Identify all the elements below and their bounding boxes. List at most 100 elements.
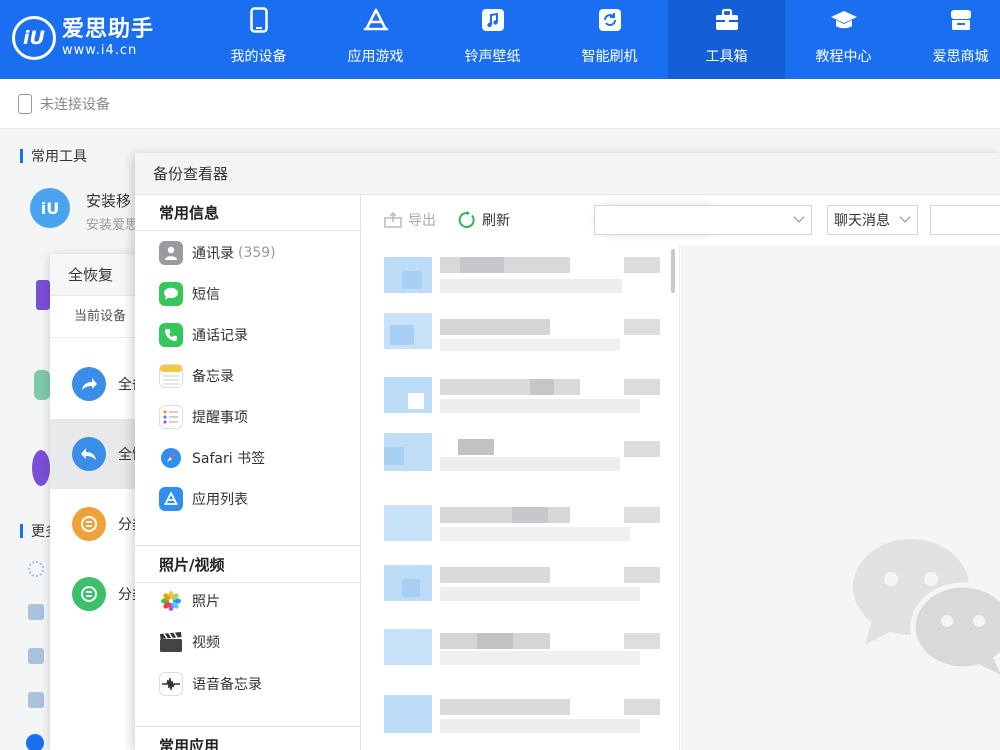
tool-description: 安装爱思 (86, 218, 139, 233)
video-clapper-icon (159, 630, 183, 654)
message-detail-panel (681, 245, 1000, 750)
device-outline-icon (18, 93, 32, 114)
main-nav: 我的设备 应用游戏 铃声壁纸 智能刷机 工具箱 教程中心 爱思商城 (200, 0, 1000, 79)
list-item[interactable] (362, 565, 679, 629)
graduation-cap-icon (830, 6, 858, 34)
category-label: 备忘录 (192, 369, 234, 385)
logo-url: www.i4.cn (62, 43, 138, 58)
refresh-icon (596, 6, 624, 34)
nav-apps-games[interactable]: 应用游戏 (317, 0, 434, 79)
viewer-title: 备份查看器 (135, 153, 1000, 195)
refresh-button[interactable]: 刷新 (458, 210, 510, 230)
export-button[interactable]: 导出 (384, 210, 436, 230)
app-logo[interactable]: iU 爱思助手 www.i4.cn (12, 8, 154, 68)
device-status-bar: 未连接设备 (0, 79, 1000, 129)
list-item[interactable] (362, 693, 679, 750)
category-messages[interactable]: 短信 (159, 281, 220, 307)
phone-icon (245, 6, 273, 34)
nav-tutorials[interactable]: 教程中心 (785, 0, 902, 79)
category-safari-bookmarks[interactable]: Safari 书签 (159, 445, 265, 471)
nav-label: 爱思商城 (932, 49, 989, 65)
music-icon (479, 6, 507, 34)
search-input[interactable] (930, 205, 1000, 235)
tool-name: 安装移 (86, 192, 132, 210)
category-reminders[interactable]: 提醒事项 (159, 404, 248, 430)
loading-icon (28, 561, 44, 577)
safari-icon (159, 446, 183, 470)
account-select[interactable] (594, 205, 812, 235)
chat-list (362, 245, 680, 750)
nav-my-device[interactable]: 我的设备 (200, 0, 317, 79)
chevron-down-icon (899, 211, 911, 223)
category-label: 视频 (192, 635, 220, 651)
phone-call-icon (159, 323, 183, 347)
nav-label: 铃声壁纸 (464, 49, 521, 65)
messages-icon (159, 282, 183, 306)
device-status-text: 未连接设备 (40, 96, 110, 113)
list-item[interactable] (362, 253, 679, 317)
category-notes[interactable]: 备忘录 (159, 363, 234, 389)
logo-badge: iU (12, 16, 56, 60)
nav-toolbox[interactable]: 工具箱 (668, 0, 785, 79)
tool-icon-partial (36, 280, 50, 310)
category-panel: 常用信息 通讯录 (359) 短信 通话记录 备忘录 提醒事项 Safari 书… (135, 195, 361, 750)
chevron-down-icon (793, 211, 805, 223)
message-type-select[interactable]: 聊天消息 (827, 205, 918, 235)
export-label: 导出 (408, 213, 436, 229)
refresh-icon (458, 211, 476, 229)
category-label: 通讯录 (192, 246, 234, 262)
i4-app-icon: iU (30, 188, 70, 228)
photos-icon (159, 589, 183, 613)
toolbox-icon (713, 6, 741, 34)
viewer-toolbar: 导出 刷新 聊天消息 (362, 195, 1000, 245)
category-label: 通话记录 (192, 328, 248, 344)
nav-store[interactable]: 爱思商城 (902, 0, 1000, 79)
category-group-title: 常用信息 (135, 195, 361, 231)
category-label: Safari 书签 (192, 451, 266, 467)
tool-small-icon[interactable] (28, 648, 44, 664)
reminders-icon (159, 405, 183, 429)
refresh-label: 刷新 (482, 213, 510, 229)
share-arrow-icon (72, 367, 106, 401)
install-tool-card[interactable]: iU (30, 188, 70, 228)
category-contacts[interactable]: 通讯录 (359) (159, 240, 276, 266)
list-item[interactable] (362, 433, 679, 501)
i4-small-icon[interactable] (26, 734, 44, 750)
nav-smart-flash[interactable]: 智能刷机 (551, 0, 668, 79)
category-call-history[interactable]: 通话记录 (159, 322, 248, 348)
list-item[interactable] (362, 629, 679, 693)
backup-viewer-window: 备份查看器 常用信息 通讯录 (359) 短信 通话记录 备忘录 提醒事项 Sa… (135, 153, 1000, 750)
nav-label: 工具箱 (705, 49, 748, 65)
backup-category-icon (72, 507, 106, 541)
category-group-title: 常用应用 (159, 737, 220, 750)
tool-icon-partial (34, 370, 50, 400)
contacts-count: (359) (238, 245, 276, 261)
nav-ringtones-wallpapers[interactable]: 铃声壁纸 (434, 0, 551, 79)
category-photos[interactable]: 照片 (159, 588, 220, 614)
category-label: 照片 (192, 594, 220, 610)
nav-label: 应用游戏 (347, 49, 404, 65)
group-divider (135, 545, 361, 546)
category-voice-memos[interactable]: 语音备忘录 (159, 671, 262, 697)
notes-icon (159, 364, 183, 388)
common-tools-heading: 常用工具 (20, 146, 87, 166)
list-item[interactable] (362, 309, 679, 373)
store-icon (947, 6, 975, 34)
tool-small-icon[interactable] (28, 604, 44, 620)
appstore-icon (159, 487, 183, 511)
export-icon (384, 211, 402, 229)
reply-arrow-icon (72, 437, 106, 471)
top-bar: iU 爱思助手 www.i4.cn 我的设备 应用游戏 铃声壁纸 智能刷机 工具… (0, 0, 1000, 79)
nav-label: 教程中心 (815, 49, 872, 65)
category-app-list[interactable]: 应用列表 (159, 486, 248, 512)
category-videos[interactable]: 视频 (159, 629, 220, 655)
appstore-icon (362, 6, 390, 34)
restore-category-icon (72, 577, 106, 611)
category-group-title: 照片/视频 (135, 547, 361, 583)
tool-small-icon[interactable] (28, 692, 44, 708)
list-item[interactable] (362, 373, 679, 437)
list-item[interactable] (362, 501, 679, 565)
wechat-watermark-icon (853, 539, 1000, 675)
voice-memo-icon (159, 672, 183, 696)
nav-label: 我的设备 (230, 49, 287, 65)
